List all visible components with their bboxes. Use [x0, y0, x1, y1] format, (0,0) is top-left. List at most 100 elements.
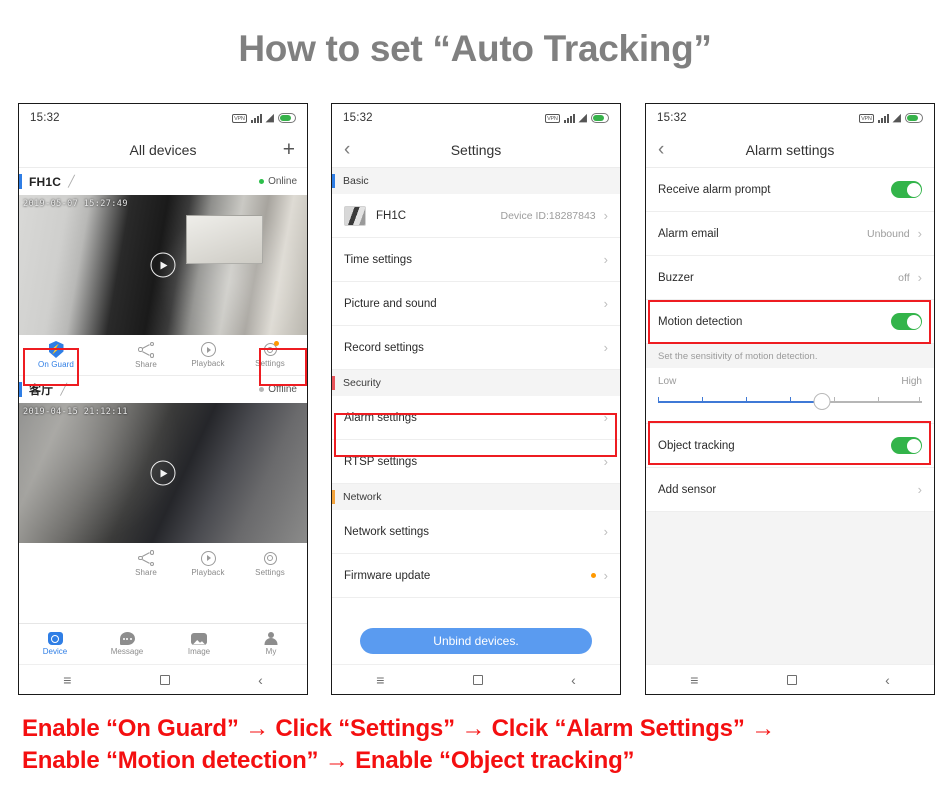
section-header-basic: Basic: [332, 168, 620, 194]
caption-line-2: Enable “Motion detection” → Enable “Obje…: [22, 747, 635, 775]
nav-back-icon[interactable]: ‹: [571, 672, 576, 688]
play-icon[interactable]: [150, 252, 176, 278]
page-title: How to set “Auto Tracking”: [238, 28, 712, 69]
on-guard-button[interactable]: On Guard: [25, 335, 87, 375]
sensitivity-slider[interactable]: [658, 393, 922, 410]
back-button[interactable]: ‹: [658, 140, 664, 159]
settings-button[interactable]: Settings: [239, 335, 301, 375]
playback-button[interactable]: Playback: [177, 335, 239, 375]
alarm-email-value: Unbound: [867, 227, 910, 240]
row-object-tracking[interactable]: Object tracking: [646, 424, 934, 468]
row-alarm-settings[interactable]: Alarm settings ›: [332, 396, 620, 440]
device-name: FH1C: [376, 209, 407, 222]
device-id-value: Device ID:18287843: [500, 209, 596, 222]
row-label: Alarm email: [658, 227, 719, 240]
share-icon: [138, 550, 154, 566]
row-time-settings[interactable]: Time settings ›: [332, 238, 620, 282]
wifi-icon: ◢: [578, 112, 587, 124]
image-icon: [191, 632, 207, 645]
row-add-sensor[interactable]: Add sensor ›: [646, 468, 934, 512]
status-label: Online: [268, 176, 297, 187]
pencil-icon[interactable]: ╱: [60, 383, 67, 396]
row-record-settings[interactable]: Record settings ›: [332, 326, 620, 370]
share-button[interactable]: Share: [115, 335, 177, 375]
pencil-icon[interactable]: ╱: [68, 175, 75, 188]
nav-home-icon[interactable]: [159, 674, 170, 685]
phone-screen-alarm-settings: 15:32 VPN ◢ ‹ Alarm settings Receive ala…: [645, 103, 935, 695]
row-label: Network settings: [344, 525, 430, 538]
nav-back-icon[interactable]: ‹: [885, 672, 890, 688]
video-timestamp: 2019-04-15 21:12:11: [23, 407, 128, 417]
back-button[interactable]: ‹: [344, 140, 350, 159]
motion-detection-toggle[interactable]: [891, 313, 922, 330]
chevron-right-icon: ›: [603, 524, 608, 539]
vpn-icon: VPN: [859, 113, 874, 123]
status-badge: Offline: [259, 384, 297, 395]
gear-icon: [263, 341, 279, 357]
app-bar-title: Settings: [450, 141, 502, 158]
chevron-right-icon: ›: [603, 208, 608, 223]
wifi-icon: ◢: [892, 112, 901, 124]
row-label: Add sensor: [658, 483, 717, 496]
unbind-devices-button[interactable]: Unbind devices.: [360, 628, 592, 654]
slider-thumb[interactable]: [813, 393, 831, 410]
receive-alarm-prompt-toggle[interactable]: [891, 181, 922, 198]
playback-button[interactable]: Playback: [177, 543, 239, 584]
status-bar: 15:32 VPN ◢: [332, 104, 620, 132]
nav-menu-icon[interactable]: ≡: [376, 672, 384, 688]
chevron-right-icon: ›: [603, 252, 608, 267]
nav-menu-icon[interactable]: ≡: [690, 672, 698, 688]
app-bar: ‹ Settings: [332, 132, 620, 168]
nav-menu-icon[interactable]: ≡: [63, 672, 71, 688]
camera-preview-1[interactable]: 2019-05-07 15:27:49: [19, 195, 307, 335]
nav-back-icon[interactable]: ‹: [258, 672, 263, 688]
signal-icon: [877, 113, 889, 123]
chevron-right-icon: ›: [603, 454, 608, 469]
row-label: Receive alarm prompt: [658, 183, 771, 196]
tab-device[interactable]: Device: [19, 632, 91, 656]
row-alarm-email[interactable]: Alarm email Unbound ›: [646, 212, 934, 256]
chevron-right-icon: ›: [603, 568, 608, 583]
settings-label: Settings: [255, 359, 285, 368]
row-rtsp-settings[interactable]: RTSP settings ›: [332, 440, 620, 484]
app-bar-title: All devices: [129, 141, 197, 158]
nav-home-icon[interactable]: [472, 674, 483, 685]
alarm-settings-list: Receive alarm prompt Alarm email Unbound…: [646, 168, 934, 664]
row-firmware-update[interactable]: Firmware update ›: [332, 554, 620, 598]
tab-my-label: My: [265, 647, 277, 656]
message-icon: [119, 632, 135, 645]
camera-thumbnail: [344, 205, 366, 226]
play-icon[interactable]: [150, 460, 176, 486]
share-button[interactable]: Share: [115, 543, 177, 584]
status-bar-time: 15:32: [30, 112, 60, 124]
row-label: Picture and sound: [344, 297, 437, 310]
settings-list: Basic FH1C Device ID:18287843 › Time set…: [332, 168, 620, 664]
tab-message[interactable]: Message: [91, 632, 163, 656]
row-device[interactable]: FH1C Device ID:18287843 ›: [332, 194, 620, 238]
nav-home-icon[interactable]: [786, 674, 797, 685]
app-bar: ‹ Alarm settings: [646, 132, 934, 168]
on-guard-label: On Guard: [38, 360, 74, 369]
update-badge-dot: [590, 573, 596, 578]
row-network-settings[interactable]: Network settings ›: [332, 510, 620, 554]
playback-icon: [200, 342, 216, 357]
device-header-row[interactable]: 客厅 ╱ Offline: [19, 376, 307, 403]
status-bar-time: 15:32: [343, 112, 373, 124]
caption-line-1: Enable “On Guard” → Click “Settings” → C…: [22, 715, 775, 742]
camera-preview-2[interactable]: 2019-04-15 21:12:11: [19, 403, 307, 543]
instruction-caption: Enable “On Guard” → Click “Settings” → C…: [22, 713, 932, 778]
device-header-row[interactable]: FH1C ╱ Online: [19, 168, 307, 195]
chevron-right-icon: ›: [917, 226, 922, 241]
row-buzzer[interactable]: Buzzer off ›: [646, 256, 934, 300]
row-picture-and-sound[interactable]: Picture and sound ›: [332, 282, 620, 326]
sensitivity-low-label: Low: [658, 376, 677, 387]
tab-image[interactable]: Image: [163, 632, 235, 656]
tab-my[interactable]: My: [235, 632, 307, 656]
settings-button[interactable]: Settings: [239, 543, 301, 584]
status-dot: [259, 179, 265, 184]
object-tracking-toggle[interactable]: [891, 437, 922, 454]
add-device-button[interactable]: +: [283, 139, 295, 160]
row-receive-alarm-prompt[interactable]: Receive alarm prompt: [646, 168, 934, 212]
tab-device-label: Device: [42, 647, 68, 656]
row-motion-detection[interactable]: Motion detection: [646, 300, 934, 344]
